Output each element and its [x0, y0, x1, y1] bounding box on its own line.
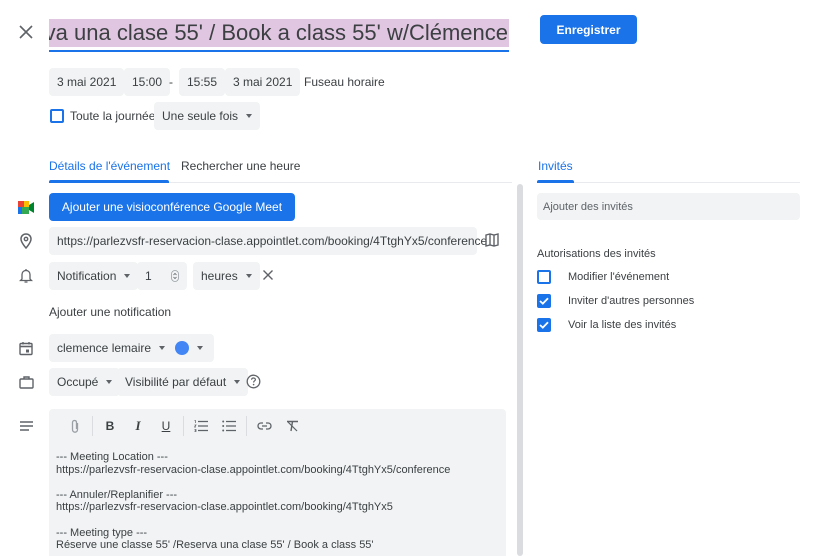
save-button[interactable]: Enregistrer — [540, 15, 637, 44]
guest-permissions-title: Autorisations des invités — [537, 248, 656, 260]
close-button[interactable] — [14, 20, 38, 44]
map-icon[interactable] — [485, 233, 501, 249]
permission-label: Inviter d'autres personnes — [568, 295, 695, 307]
briefcase-icon — [17, 373, 35, 391]
location-input[interactable]: https://parlezvsfr-reservacion-clase.app… — [49, 227, 487, 255]
formatting-toolbar: B I U — [49, 409, 506, 443]
start-date-picker[interactable]: 3 mai 2021 — [49, 68, 125, 96]
notification-unit-value: heures — [201, 269, 238, 283]
description-text[interactable]: --- Meeting Location --- https://parlezv… — [56, 451, 450, 552]
tab-event-details[interactable]: Détails de l'événement — [49, 159, 170, 173]
location-pin-icon — [17, 232, 35, 250]
add-guests-input[interactable]: Ajouter des invités — [537, 193, 800, 220]
calendar-icon — [17, 339, 35, 357]
notification-type-value: Notification — [57, 269, 117, 283]
recurrence-dropdown[interactable]: Une seule fois — [154, 102, 261, 130]
notification-unit-dropdown[interactable]: heures — [193, 262, 260, 290]
bell-icon — [17, 267, 35, 285]
notification-amount-value: 1 — [145, 269, 152, 283]
tab-find-time[interactable]: Rechercher une heure — [181, 159, 300, 173]
calendar-owner-dropdown[interactable]: clemence lemaire — [49, 334, 174, 362]
chevron-down-icon — [159, 346, 166, 350]
numbered-list-icon — [194, 420, 208, 432]
close-icon — [263, 270, 273, 280]
details-scrollbar[interactable] — [517, 184, 523, 556]
checkmark-icon — [539, 297, 549, 305]
chevron-down-icon — [197, 346, 203, 350]
event-color-dropdown[interactable] — [167, 334, 214, 362]
bulleted-list-button[interactable] — [215, 414, 243, 438]
add-google-meet-button[interactable]: Ajouter une visioconférence Google Meet — [49, 193, 295, 221]
underline-button[interactable]: U — [152, 414, 180, 438]
paperclip-icon — [71, 419, 79, 433]
end-date-picker[interactable]: 3 mai 2021 — [225, 68, 301, 96]
time-separator: - — [169, 75, 173, 89]
timezone-link[interactable]: Fuseau horaire — [304, 75, 385, 89]
permission-label: Voir la liste des invités — [568, 319, 677, 331]
description-editor[interactable]: B I U --- Meeting Location --- https://p… — [49, 409, 506, 556]
italic-button[interactable]: I — [124, 414, 152, 438]
toolbar-separator — [246, 416, 247, 436]
bold-icon: B — [105, 419, 115, 433]
calendar-owner-value: clemence lemaire — [57, 341, 152, 355]
visibility-value: Visibilité par défaut — [125, 375, 227, 389]
stepper-icon[interactable] — [171, 270, 179, 282]
start-time-picker[interactable]: 15:00 — [124, 68, 171, 96]
permission-checkbox[interactable] — [537, 270, 551, 284]
underline-icon: U — [161, 419, 171, 433]
bulleted-list-icon — [222, 420, 236, 432]
clear-formatting-icon — [286, 420, 298, 432]
availability-dropdown[interactable]: Occupé — [49, 368, 121, 396]
add-notification-link[interactable]: Ajouter une notification — [49, 305, 171, 319]
notification-amount-input[interactable]: 1 — [137, 262, 187, 290]
toolbar-separator — [183, 416, 184, 436]
guests-tab-indicator — [537, 180, 574, 183]
help-icon — [246, 374, 261, 389]
end-time-picker[interactable]: 15:55 — [179, 68, 226, 96]
link-icon — [256, 422, 272, 430]
permission-label: Modifier l'événement — [568, 271, 670, 283]
attachment-button[interactable] — [61, 414, 89, 438]
tab-guests[interactable]: Invités — [538, 159, 573, 173]
chevron-down-icon — [234, 380, 241, 384]
google-meet-icon — [17, 198, 35, 216]
bold-button[interactable]: B — [96, 414, 124, 438]
guests-tabs-divider — [537, 182, 800, 183]
recurrence-value: Une seule fois — [162, 109, 239, 123]
numbered-list-button[interactable] — [187, 414, 215, 438]
help-button[interactable] — [246, 374, 262, 390]
notification-type-dropdown[interactable]: Notification — [49, 262, 139, 290]
description-icon — [17, 417, 35, 435]
italic-icon: I — [135, 418, 141, 433]
chevron-down-icon — [124, 274, 131, 278]
close-icon — [19, 25, 33, 39]
clear-formatting-button[interactable] — [278, 414, 306, 438]
availability-value: Occupé — [57, 375, 99, 389]
all-day-checkbox[interactable] — [50, 109, 64, 123]
chevron-down-icon — [106, 380, 113, 384]
chevron-down-icon — [245, 274, 252, 278]
event-title-input[interactable]: Réserve une classe 55' /Reserva una clas… — [49, 16, 509, 52]
active-tab-indicator — [49, 180, 169, 183]
toolbar-separator — [92, 416, 93, 436]
remove-notification-button[interactable] — [262, 269, 276, 283]
event-title-text: Réserve une classe 55' /Reserva una clas… — [49, 19, 509, 47]
event-color-swatch — [175, 341, 189, 355]
link-button[interactable] — [250, 414, 278, 438]
permission-checkbox[interactable] — [537, 294, 551, 308]
checkmark-icon — [539, 321, 549, 329]
all-day-label: Toute la journée — [70, 109, 156, 123]
visibility-dropdown[interactable]: Visibilité par défaut — [117, 368, 249, 396]
chevron-down-icon — [246, 114, 253, 118]
permission-checkbox[interactable] — [537, 318, 551, 332]
